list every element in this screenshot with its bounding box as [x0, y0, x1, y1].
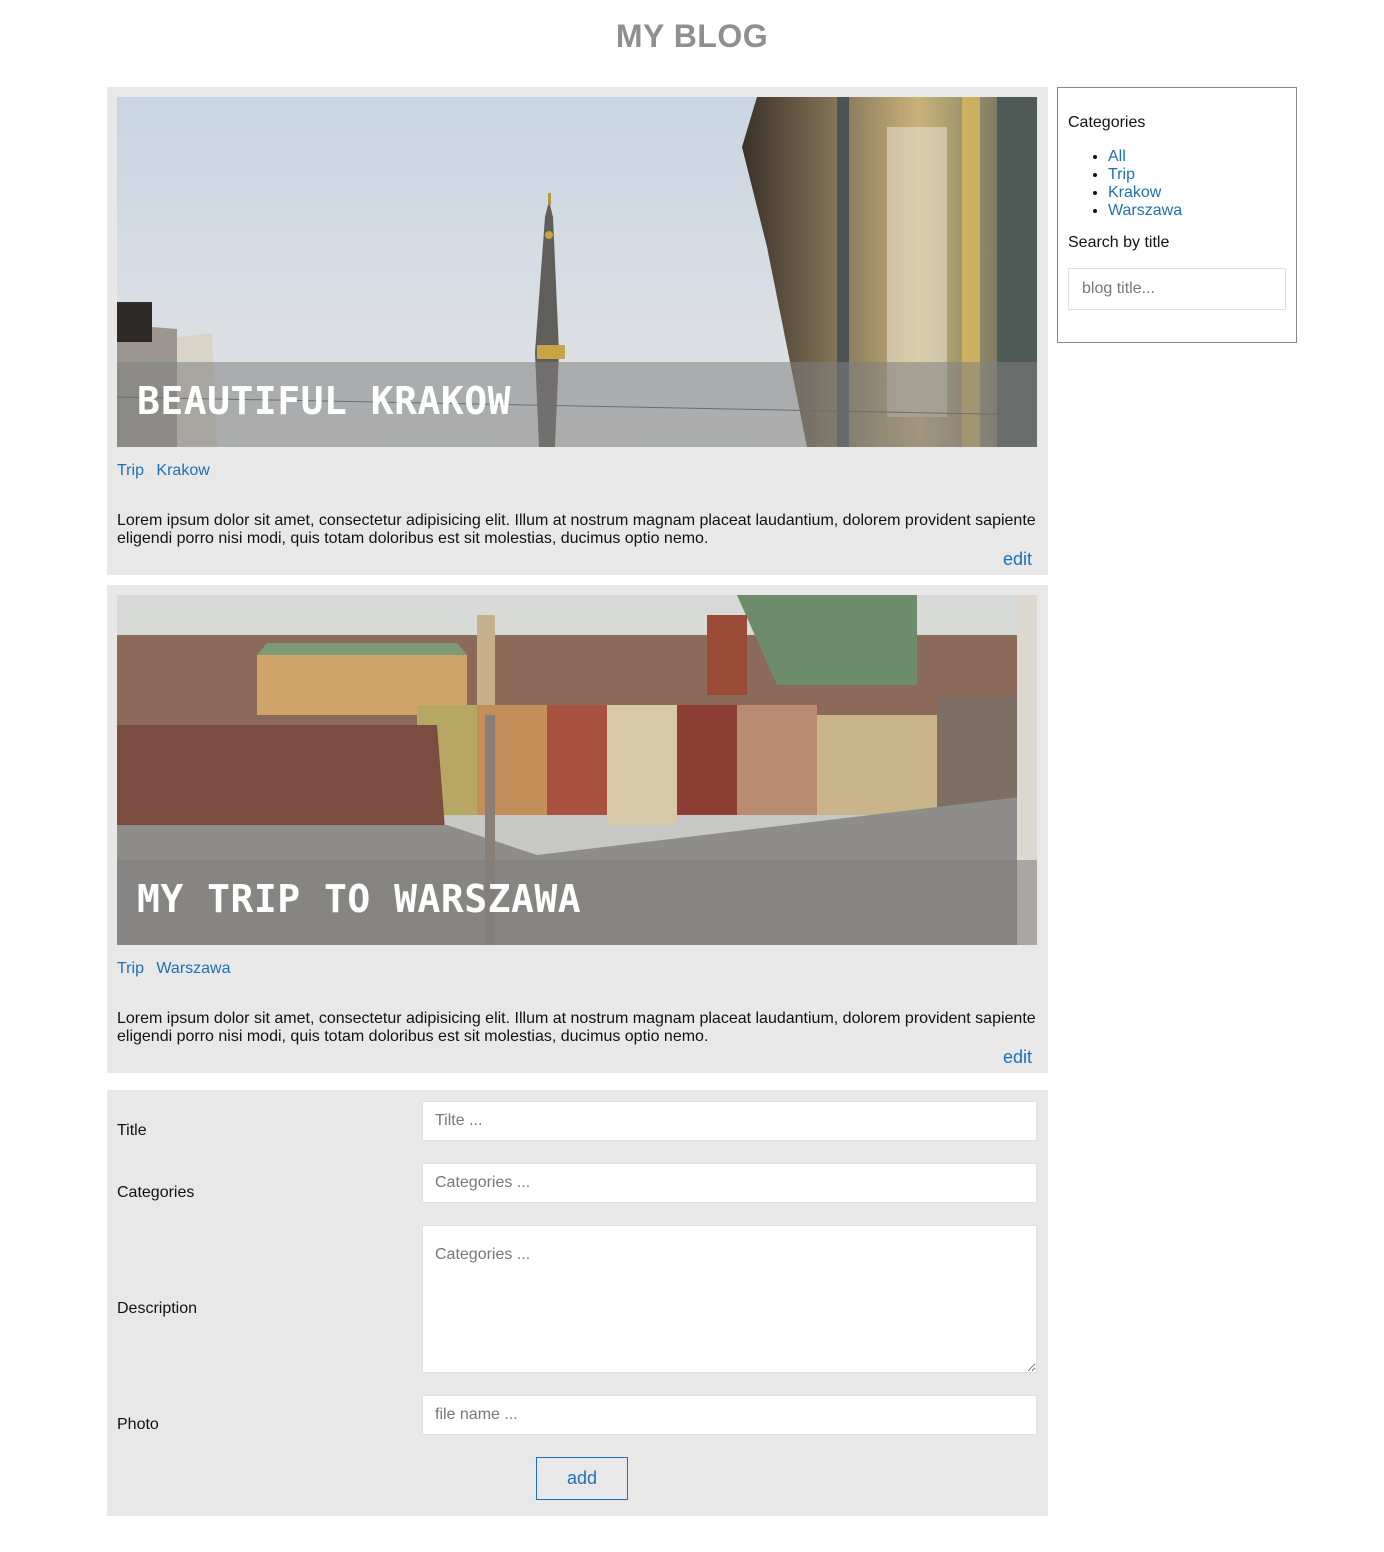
list-item: Warszawa: [1108, 202, 1286, 220]
tag-link[interactable]: Trip: [117, 960, 144, 977]
tag-link[interactable]: Trip: [117, 462, 144, 479]
edit-link[interactable]: edit: [1003, 1047, 1032, 1068]
list-item: Krakow: [1108, 184, 1286, 202]
tag-link[interactable]: Warszawa: [156, 960, 230, 977]
category-link-krakow[interactable]: Krakow: [1108, 184, 1161, 201]
search-heading: Search by title: [1068, 234, 1170, 251]
edit-link[interactable]: edit: [1003, 549, 1032, 570]
post-title[interactable]: BEAUTIFUL KRAKOW: [137, 379, 511, 423]
post-hero-image: MY TRIP TO WARSZAWA: [117, 595, 1037, 945]
photo-label: Photo: [117, 1416, 159, 1433]
title-label: Title: [117, 1122, 147, 1139]
post-hero-image: BEAUTIFUL KRAKOW: [117, 97, 1037, 447]
categories-input[interactable]: [422, 1163, 1037, 1203]
add-button[interactable]: add: [536, 1457, 628, 1500]
categories-label: Categories: [117, 1184, 195, 1201]
site-title: MY BLOG: [615, 18, 769, 54]
description-textarea[interactable]: [422, 1225, 1037, 1373]
title-input[interactable]: [422, 1101, 1037, 1141]
description-label: Description: [117, 1300, 198, 1317]
post-excerpt: Lorem ipsum dolor sit amet, consectetur …: [117, 1010, 1036, 1045]
list-item: All: [1108, 148, 1286, 166]
post-excerpt: Lorem ipsum dolor sit amet, consectetur …: [117, 512, 1036, 547]
blog-post: MY TRIP TO WARSZAWA Trip Warszawa Lorem …: [107, 585, 1048, 1073]
category-link-all[interactable]: All: [1108, 148, 1126, 165]
search-input[interactable]: [1068, 268, 1286, 310]
post-title[interactable]: MY TRIP TO WARSZAWA: [137, 877, 581, 921]
add-post-form: Title Categories Description Photo add: [107, 1090, 1048, 1516]
category-link-warszawa[interactable]: Warszawa: [1108, 202, 1182, 219]
category-list: All Trip Krakow Warszawa: [1068, 148, 1286, 220]
post-tags: Trip Krakow: [117, 462, 1038, 480]
categories-heading: Categories: [1068, 114, 1146, 131]
blog-post: BEAUTIFUL KRAKOW Trip Krakow Lorem ipsum…: [107, 87, 1048, 575]
tag-link[interactable]: Krakow: [156, 462, 209, 479]
photo-input[interactable]: [422, 1395, 1037, 1435]
list-item: Trip: [1108, 166, 1286, 184]
post-tags: Trip Warszawa: [117, 960, 1038, 978]
sidebar: Categories All Trip Krakow Warszawa Sear…: [1057, 87, 1297, 343]
category-link-trip[interactable]: Trip: [1108, 166, 1135, 183]
posts-column: BEAUTIFUL KRAKOW Trip Krakow Lorem ipsum…: [107, 87, 1048, 1083]
